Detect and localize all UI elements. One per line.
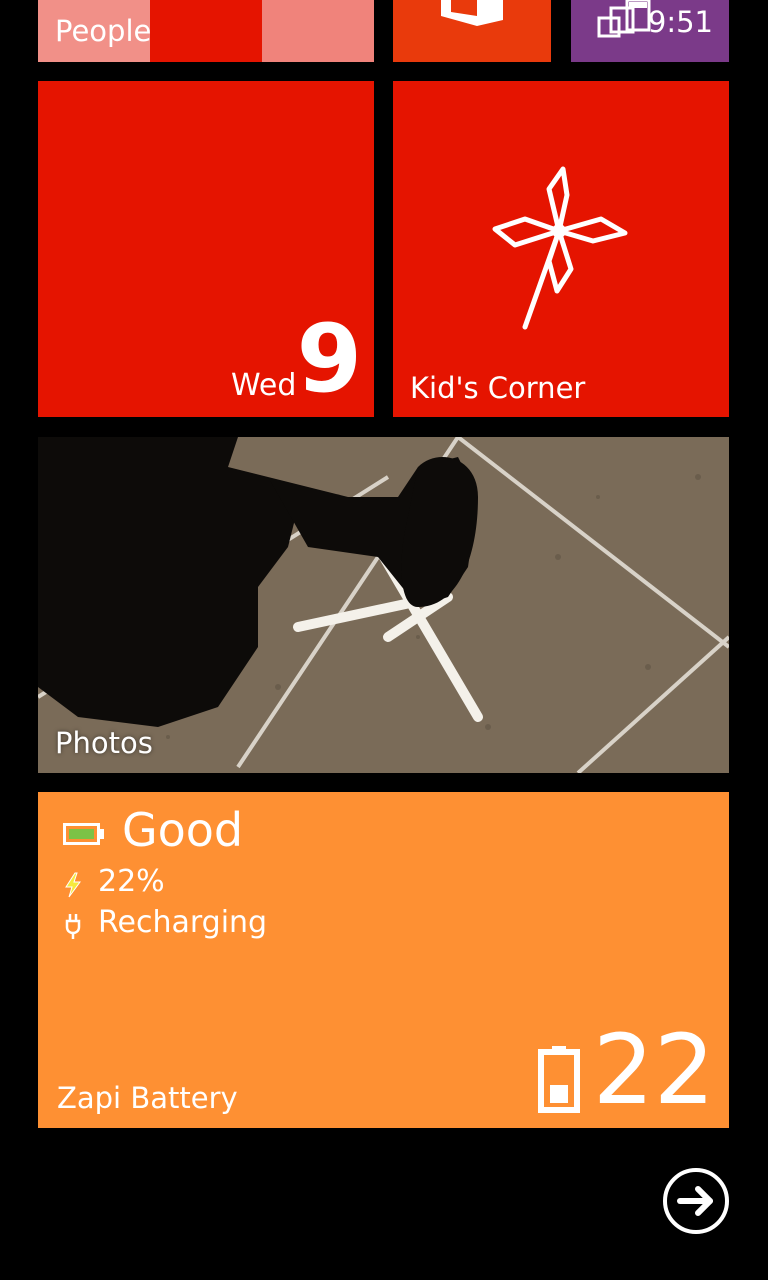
pinwheel-icon [492,166,628,330]
zapi-battery-tile[interactable]: Good 22% Recharging 22 Zapi Battery [38,792,729,1128]
all-apps-button[interactable] [662,1167,730,1235]
calendar-day: Wed [231,368,297,403]
zapi-battery-label: Zapi Battery [57,1081,238,1115]
photos-image [38,437,729,773]
calendar-date: 9 [296,305,362,414]
arrow-right-circle-icon [663,1168,729,1234]
games-tile[interactable]: 9:51 [571,0,729,62]
battery-status-icon [63,823,104,845]
people-photo-chunk [262,0,374,48]
photos-label: Photos [55,726,153,760]
battery-percent: 22% [98,864,165,899]
calendar-tile[interactable]: Wed 9 [38,81,374,417]
battery-count: 22 [592,1014,715,1126]
photos-tile[interactable]: Photos [38,437,729,773]
lightning-icon [65,872,81,898]
kids-corner-label: Kid's Corner [410,371,586,405]
people-tile[interactable]: People [38,0,374,62]
people-photo-chunk [150,0,262,62]
battery-status: Good [122,803,244,857]
office-tile[interactable] [393,0,551,62]
battery-state: Recharging [98,905,268,940]
battery-icon [538,1046,580,1113]
status-time: 9:51 [647,5,713,39]
people-tile-label: People [55,14,152,48]
plug-icon [65,914,81,939]
kids-corner-tile[interactable]: Kid's Corner [393,81,729,417]
office-icon [441,0,503,26]
